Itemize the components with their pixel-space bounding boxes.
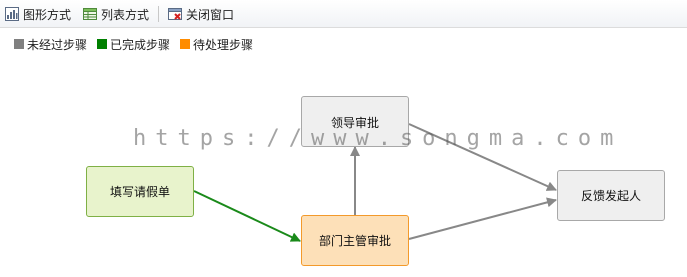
- node-label: 填写请假单: [109, 185, 170, 199]
- connector-dept-to-feedback: [408, 197, 557, 240]
- node-dept-manager-approval[interactable]: 部门主管审批: [301, 215, 409, 266]
- node-label: 部门主管审批: [318, 234, 391, 248]
- node-fill-leave-form[interactable]: 填写请假单: [86, 166, 194, 217]
- node-feedback-initiator[interactable]: 反馈发起人: [557, 170, 665, 221]
- connector-fill-to-dept: [193, 190, 301, 242]
- node-label: 反馈发起人: [580, 189, 641, 203]
- watermark-text: https://www.songma.com: [133, 126, 623, 151]
